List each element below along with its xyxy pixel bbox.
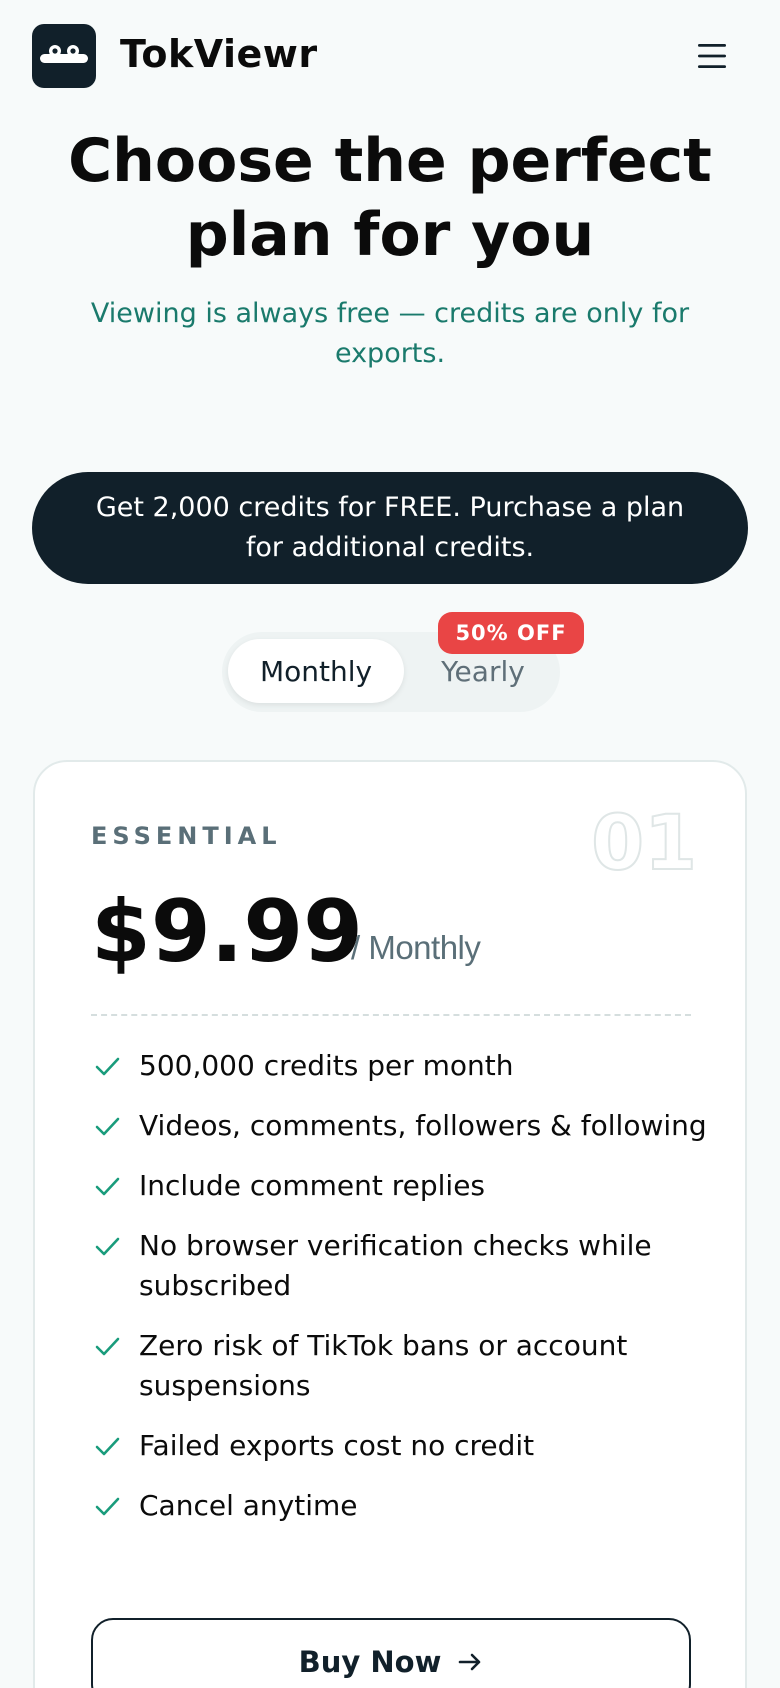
check-icon xyxy=(95,1057,120,1076)
feature-item: Include comment replies xyxy=(91,1166,711,1206)
hamburger-menu-icon xyxy=(698,44,726,68)
discount-badge: 50% OFF xyxy=(438,612,584,654)
top-header: TokViewr xyxy=(0,0,780,112)
feature-item: Videos, comments, followers & following xyxy=(91,1106,711,1146)
plan-price: $9.99 xyxy=(91,882,364,982)
feature-item: Zero risk of TikTok bans or account susp… xyxy=(91,1326,711,1406)
plan-period: / Monthly xyxy=(351,929,481,966)
plan-number: 01 xyxy=(590,797,698,888)
check-icon xyxy=(95,1237,120,1256)
banner-text: Get 2,000 credits for FREE. Purchase a p… xyxy=(95,492,685,563)
plan-tier-name: ESSENTIAL xyxy=(91,822,282,850)
buy-now-button[interactable]: Buy Now xyxy=(91,1618,691,1688)
feature-list: 500,000 credits per month Videos, commen… xyxy=(91,1046,711,1546)
page-title: Choose the perfect plan for you xyxy=(68,126,712,270)
toggle-monthly[interactable]: Monthly xyxy=(228,639,404,703)
pricing-page: TokViewr Choose the perfect plan for you… xyxy=(0,0,780,1688)
feature-text: Zero risk of TikTok bans or account susp… xyxy=(139,1329,628,1402)
check-icon xyxy=(95,1117,120,1136)
card-divider xyxy=(91,1014,691,1016)
feature-item: Failed exports cost no credit xyxy=(91,1426,711,1466)
feature-item: Cancel anytime xyxy=(91,1486,711,1526)
plan-card-essential: ESSENTIAL 01 $9.99 / Monthly 500,000 cre… xyxy=(33,760,747,1688)
arrow-right-icon xyxy=(459,1653,481,1671)
feature-item: 500,000 credits per month xyxy=(91,1046,711,1086)
feature-text: Failed exports cost no credit xyxy=(139,1429,535,1462)
feature-text: No browser verification checks while sub… xyxy=(139,1229,652,1302)
menu-button[interactable] xyxy=(690,36,734,76)
feature-text: 500,000 credits per month xyxy=(139,1049,514,1082)
brand-name[interactable]: TokViewr xyxy=(120,30,318,78)
robot-face-icon xyxy=(40,45,88,63)
check-icon xyxy=(95,1337,120,1356)
buy-now-label: Buy Now xyxy=(298,1645,442,1679)
logo[interactable] xyxy=(32,24,96,88)
feature-text: Videos, comments, followers & following xyxy=(139,1109,707,1142)
page-subtitle: Viewing is always free — credits are onl… xyxy=(90,298,690,369)
feature-text: Include comment replies xyxy=(139,1169,486,1202)
feature-text: Cancel anytime xyxy=(139,1489,358,1522)
check-icon xyxy=(95,1437,120,1456)
check-icon xyxy=(95,1177,120,1196)
free-credits-banner: Get 2,000 credits for FREE. Purchase a p… xyxy=(32,472,748,584)
feature-item: No browser verification checks while sub… xyxy=(91,1226,711,1306)
check-icon xyxy=(95,1497,120,1516)
